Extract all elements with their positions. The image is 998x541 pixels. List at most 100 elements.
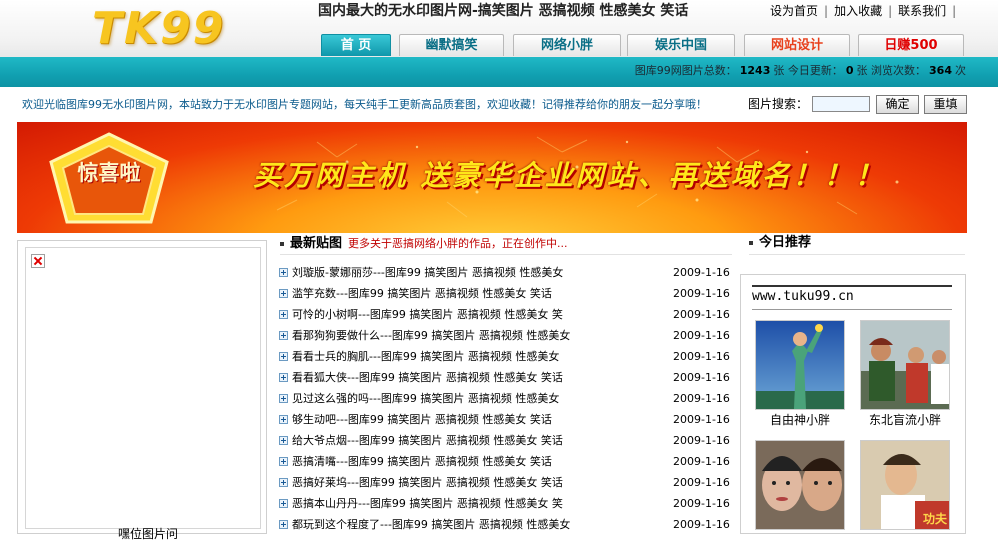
plus-icon [279,268,288,277]
plus-icon [279,373,288,382]
post-title[interactable]: 恶搞清嘴---图库99 搞笑图片 恶搞视频 性感美女 笑话 [292,451,552,472]
thumbnail-statue[interactable] [755,320,845,410]
plus-icon [279,457,288,466]
list-item[interactable]: 可怜的小树啊---图库99 搞笑图片 恶搞视频 性感美女 笑 2009-1-16 [279,304,735,325]
thumbnail-caption[interactable]: 自由神小胖 [745,412,855,428]
separator: | [824,4,829,18]
contact-link[interactable]: 联系我们 [898,4,946,18]
post-date: 2009-1-16 [673,308,730,321]
list-item[interactable]: 滥竽充数---图库99 搞笑图片 恶搞视频 性感美女 笑话 2009-1-16 [279,283,735,304]
today-picks-title: 今日推荐 [759,235,812,250]
post-title[interactable]: 恶搞好莱坞---图库99 搞笑图片 恶搞视频 性感美女 笑话 [292,472,563,493]
tab-earn-500[interactable]: 日赚500 [858,34,964,56]
list-item[interactable]: 见过这么强的吗---图库99 搞笑图片 恶搞视频 性感美女 2009-1-16 [279,388,735,409]
set-homepage-link[interactable]: 设为首页 [770,4,818,18]
post-title[interactable]: 看看狐大侠---图库99 搞笑图片 恶搞视频 性感美女 笑话 [292,367,563,388]
promo-banner[interactable]: 惊喜啦 买万网主机 送豪华企业网站、再送域名！！！ [17,122,967,233]
post-title[interactable]: 都玩到这个程度了---图库99 搞笑图片 恶搞视频 性感美女 [292,514,570,535]
list-item[interactable]: 够生动吧---图库99 搞笑图片 恶搞视频 性感美女 笑话 2009-1-16 [279,409,735,430]
list-item[interactable]: 恶搞本山丹丹---图库99 搞笑图片 恶搞视频 性感美女 笑 2009-1-16 [279,493,735,514]
stats-views: 364 [929,64,952,77]
divider [752,285,952,287]
crowd-image [861,321,949,409]
post-title[interactable]: 刘璇版-蒙娜丽莎---图库99 搞笑图片 恶搞视频 性感美女 [292,262,563,283]
plus-icon [279,394,288,403]
list-item[interactable]: 看看士兵的胸肌---图库99 搞笑图片 恶搞视频 性感美女 2009-1-16 [279,346,735,367]
stats-views-label: 浏览次数： [871,64,927,77]
plus-icon [279,415,288,424]
list-item[interactable]: 给大爷点烟---图库99 搞笑图片 恶搞视频 性感美女 笑话 2009-1-16 [279,430,735,451]
latest-posts-list: 刘璇版-蒙娜丽莎---图库99 搞笑图片 恶搞视频 性感美女 2009-1-16 … [279,262,735,535]
post-title[interactable]: 滥竽充数---图库99 搞笑图片 恶搞视频 性感美女 笑话 [292,283,552,304]
list-item[interactable]: 刘璇版-蒙娜丽莎---图库99 搞笑图片 恶搞视频 性感美女 2009-1-16 [279,262,735,283]
left-panel-caption: 嘿位图片问 [118,527,179,541]
list-item[interactable]: 看看狐大侠---图库99 搞笑图片 恶搞视频 性感美女 笑话 2009-1-16 [279,367,735,388]
poster-image: 功夫 [861,441,949,529]
post-date: 2009-1-16 [673,497,730,510]
tab-internet-fatty[interactable]: 网络小胖 [513,34,621,56]
stats-today-label: 今日更新： [787,64,843,77]
faces-image [756,441,844,529]
post-date: 2009-1-16 [673,266,730,279]
post-title[interactable]: 看那狗狗要做什么---图库99 搞笑图片 恶搞视频 性感美女 [292,325,570,346]
welcome-marquee: 欢迎光临图库99无水印图片网，本站致力于无水印图片专题网站，每天纯手工更新高品质… [22,98,707,111]
thumbnail-faces[interactable] [755,440,845,530]
separator: | [888,4,893,18]
left-image-frame [25,247,261,529]
tab-web-design[interactable]: 网站设计 [744,34,850,56]
post-date: 2009-1-16 [673,518,730,531]
plus-icon [279,520,288,529]
plus-icon [279,331,288,340]
bullet-icon [749,240,753,245]
poster-logo: 功夫 [923,511,948,526]
plus-icon [279,289,288,298]
today-picks-header: 今日推荐 [749,235,811,251]
banner-badge-text: 惊喜啦 [77,161,141,185]
list-item[interactable]: 恶搞清嘴---图库99 搞笑图片 恶搞视频 性感美女 笑话 2009-1-16 [279,451,735,472]
post-title[interactable]: 看看士兵的胸肌---图库99 搞笑图片 恶搞视频 性感美女 [292,346,559,367]
post-title[interactable]: 可怜的小树啊---图库99 搞笑图片 恶搞视频 性感美女 笑 [292,304,563,325]
search-reset-button[interactable]: 重填 [924,95,967,114]
add-favorite-link[interactable]: 加入收藏 [834,4,882,18]
tab-entertainment[interactable]: 娱乐中国 [627,34,735,56]
list-item[interactable]: 恶搞好莱坞---图库99 搞笑图片 恶搞视频 性感美女 笑话 2009-1-16 [279,472,735,493]
post-title[interactable]: 见过这么强的吗---图库99 搞笑图片 恶搞视频 性感美女 [292,388,559,409]
latest-posts-note[interactable]: 更多关于恶搞网络小胖的作品，正在创作中... [348,237,568,250]
post-title[interactable]: 给大爷点烟---图库99 搞笑图片 恶搞视频 性感美女 笑话 [292,430,563,451]
post-date: 2009-1-16 [673,455,730,468]
thumbnail-crowd[interactable] [860,320,950,410]
thumbnail-caption[interactable]: 东北盲流小胖 [850,412,960,428]
stats-total: 1243 [739,64,771,77]
plus-icon [279,478,288,487]
site-logo[interactable]: TK99 [92,2,252,56]
search-confirm-button[interactable]: 确定 [876,95,919,114]
post-title[interactable]: 恶搞本山丹丹---图库99 搞笑图片 恶搞视频 性感美女 笑 [292,493,563,514]
post-date: 2009-1-16 [673,392,730,405]
plus-icon [279,499,288,508]
plus-icon [279,310,288,319]
post-date: 2009-1-16 [673,329,730,342]
stats-unit: 张 [773,64,785,77]
divider [752,309,952,310]
broken-image-icon [31,254,45,268]
site-url: www.tuku99.cn [752,289,854,304]
top-links: 设为首页 | 加入收藏 | 联系我们 | [770,2,962,20]
plus-icon [279,352,288,361]
plus-icon [279,436,288,445]
separator: | [952,4,957,18]
post-date: 2009-1-16 [673,434,730,447]
search-input[interactable] [812,96,870,112]
divider [749,254,965,255]
tab-home[interactable]: 首 页 [321,34,391,56]
stats-unit: 次 [955,64,966,77]
post-title[interactable]: 够生动吧---图库99 搞笑图片 恶搞视频 性感美女 笑话 [292,409,552,430]
site-stats: 图库99网图片总数： 1243 张 今日更新： 0 张 浏览次数： 364 次 [635,63,966,79]
thumbnail-poster[interactable]: 功夫 [860,440,950,530]
list-item[interactable]: 都玩到这个程度了---图库99 搞笑图片 恶搞视频 性感美女 2009-1-16 [279,514,735,535]
tab-humor[interactable]: 幽默搞笑 [399,34,504,56]
divider [280,254,732,255]
post-date: 2009-1-16 [673,350,730,363]
site-slogan: 国内最大的无水印图片网-搞笑图片 恶搞视频 性感美女 笑话 [318,3,689,19]
post-date: 2009-1-16 [673,413,730,426]
list-item[interactable]: 看那狗狗要做什么---图库99 搞笑图片 恶搞视频 性感美女 2009-1-16 [279,325,735,346]
